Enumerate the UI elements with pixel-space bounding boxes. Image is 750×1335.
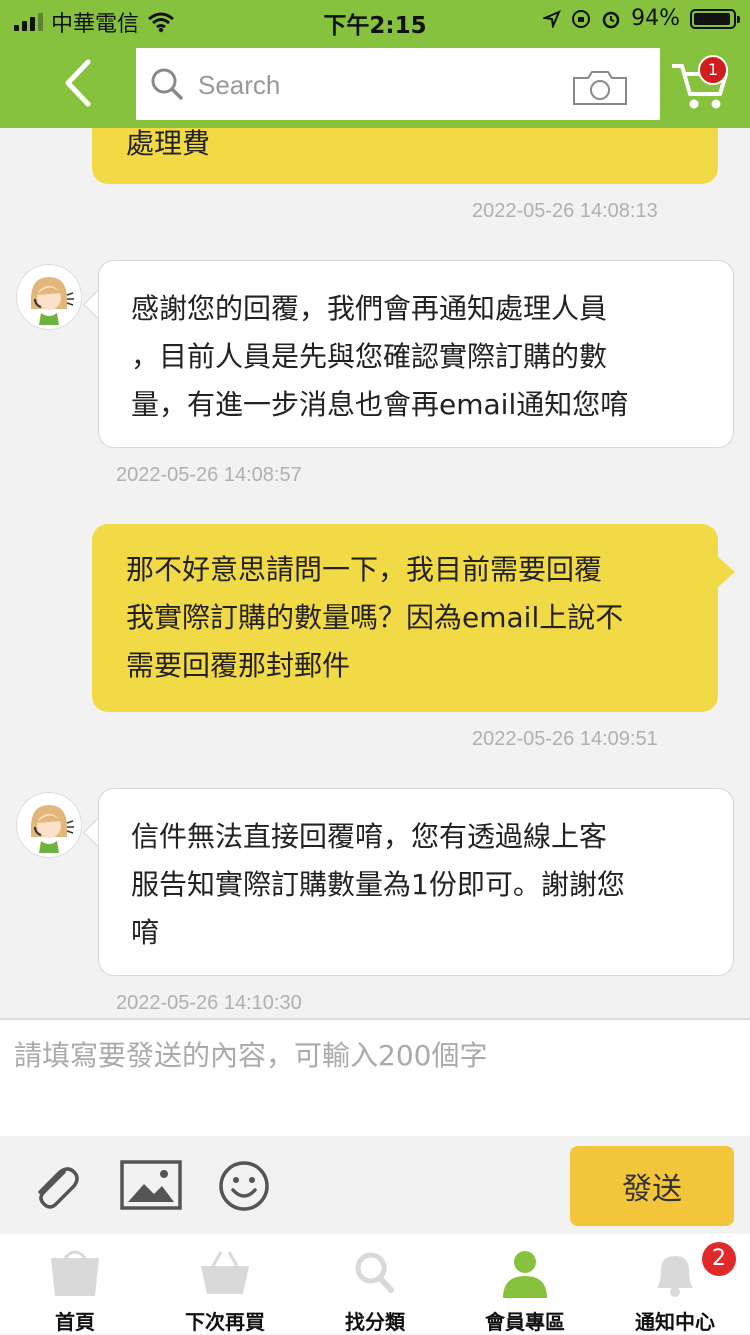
chevron-left-icon bbox=[65, 59, 91, 107]
camera-icon[interactable] bbox=[572, 70, 628, 106]
location-arrow-icon bbox=[543, 9, 561, 28]
message-timestamp: 2022-05-26 14:09:51 bbox=[472, 728, 658, 750]
status-right: 94% bbox=[543, 6, 740, 31]
message-line: 唷 bbox=[131, 916, 160, 949]
chat-list[interactable]: 處理費 2022-05-26 14:08:13 感謝您的回覆，我們會再通知處理人… bbox=[0, 128, 750, 1018]
message-line: 服告知實際訂購數量為1份即可。謝謝您 bbox=[131, 868, 625, 901]
attach-button[interactable] bbox=[30, 1160, 80, 1216]
smiley-icon bbox=[219, 1161, 269, 1211]
person-icon bbox=[503, 1251, 547, 1298]
tab-label: 找分類 bbox=[345, 1310, 405, 1334]
agent-avatar bbox=[16, 264, 82, 330]
image-icon bbox=[120, 1160, 182, 1210]
cart-button[interactable]: 1 bbox=[670, 55, 740, 120]
bubble-tail bbox=[717, 556, 735, 588]
tab-notifications[interactable]: 2 通知中心 bbox=[600, 1234, 750, 1334]
tab-categories[interactable]: 找分類 bbox=[300, 1234, 450, 1334]
chat-bubble-outgoing: 那不好意思請問一下，我目前需要回覆 我實際訂購的數量嗎？因為email上說不 需… bbox=[92, 524, 718, 712]
notification-badge: 2 bbox=[702, 1242, 736, 1276]
cart-count-badge: 1 bbox=[698, 55, 728, 85]
header-bar: 1 bbox=[0, 40, 750, 128]
chat-bubble-incoming: 感謝您的回覆，我們會再通知處理人員 ，目前人員是先與您確認實際訂購的數 量，有進… bbox=[98, 260, 734, 448]
agent-avatar bbox=[16, 792, 82, 858]
message-line: ，目前人員是先與您確認實際訂購的數 bbox=[131, 340, 608, 373]
tab-buy-later[interactable]: 下次再買 bbox=[150, 1234, 300, 1334]
chat-bubble-outgoing: 處理費 bbox=[92, 128, 718, 184]
message-line: 我實際訂購的數量嗎？因為email上說不 bbox=[126, 601, 624, 634]
message-line: 量，有進一步消息也會再email通知您唷 bbox=[131, 388, 629, 421]
search-icon bbox=[151, 68, 183, 100]
message-composer bbox=[0, 1018, 750, 1136]
message-line: 信件無法直接回覆唷，您有透過線上客 bbox=[131, 820, 608, 853]
customer-service-avatar-icon bbox=[31, 277, 74, 325]
back-button[interactable] bbox=[58, 58, 102, 108]
message-timestamp: 2022-05-26 14:08:13 bbox=[472, 200, 658, 222]
battery-percent: 94% bbox=[631, 6, 680, 31]
bottom-tab-bar: 首頁 下次再買 找分類 會員專區 2 通知中心 bbox=[0, 1234, 750, 1334]
search-icon bbox=[355, 1252, 394, 1293]
message-timestamp: 2022-05-26 14:08:57 bbox=[116, 464, 302, 486]
customer-service-avatar-icon bbox=[31, 805, 74, 853]
message-input[interactable] bbox=[12, 1032, 736, 1126]
tab-label: 下次再買 bbox=[185, 1310, 265, 1334]
tab-label: 會員專區 bbox=[485, 1310, 565, 1334]
status-bar: 中華電信 下午2:15 94% bbox=[0, 0, 750, 40]
battery-fill bbox=[694, 12, 730, 25]
message-timestamp: 2022-05-26 14:10:30 bbox=[116, 992, 302, 1014]
message-text: 處理費 bbox=[126, 128, 211, 160]
bell-icon bbox=[657, 1256, 693, 1297]
message-line: 感謝您的回覆，我們會再通知處理人員 bbox=[131, 292, 608, 325]
search-input[interactable] bbox=[196, 66, 560, 104]
image-button[interactable] bbox=[120, 1160, 182, 1214]
tab-member[interactable]: 會員專區 bbox=[450, 1234, 600, 1334]
alarm-icon bbox=[602, 11, 620, 28]
tab-home[interactable]: 首頁 bbox=[0, 1234, 150, 1334]
message-line: 那不好意思請問一下，我目前需要回覆 bbox=[126, 553, 603, 586]
search-box[interactable] bbox=[136, 48, 660, 120]
tab-label: 首頁 bbox=[55, 1310, 95, 1334]
send-button[interactable]: 發送 bbox=[570, 1146, 734, 1226]
rotation-lock-icon bbox=[572, 9, 591, 28]
composer-toolbar: 發送 bbox=[0, 1136, 750, 1234]
message-line: 需要回覆那封郵件 bbox=[126, 649, 351, 682]
paperclip-icon bbox=[38, 1167, 79, 1209]
basket-icon bbox=[201, 1251, 249, 1294]
tab-label: 通知中心 bbox=[635, 1310, 715, 1334]
emoji-button[interactable] bbox=[218, 1160, 270, 1216]
battery-icon bbox=[690, 8, 740, 29]
chat-bubble-incoming: 信件無法直接回覆唷，您有透過線上客 服告知實際訂購數量為1份即可。謝謝您 唷 bbox=[98, 788, 734, 976]
shopping-bag-icon bbox=[51, 1250, 99, 1296]
